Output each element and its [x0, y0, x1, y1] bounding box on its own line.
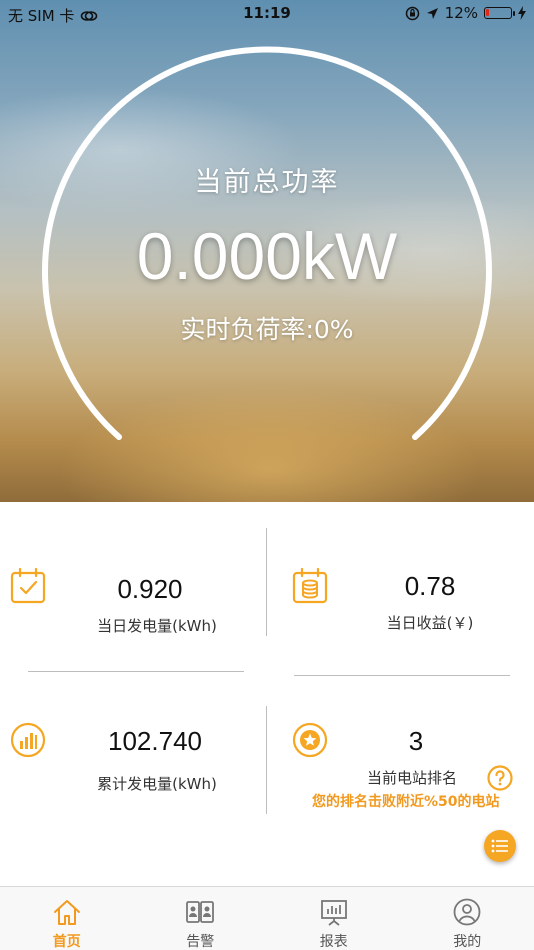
status-bar: 无 SIM 卡 11:19 12% [0, 0, 534, 28]
battery-icon [484, 7, 515, 19]
stats-divider-right [294, 675, 510, 676]
station-rank-label: 当前电站排名 [366, 769, 457, 787]
status-right-group: 12% [405, 4, 526, 22]
tab-alarms[interactable]: 告警 [134, 887, 268, 950]
tab-home-label: 首页 [52, 934, 81, 950]
daily-revenue-label: 当日收益(￥) [386, 614, 474, 632]
tab-reports-label: 报表 [319, 934, 348, 950]
coin-stack-icon [292, 568, 328, 604]
tab-profile-label: 我的 [453, 934, 482, 950]
battery-level-fill [486, 9, 489, 16]
question-icon[interactable] [487, 765, 513, 791]
tab-bar: 首页 告警 报表 我的 [0, 886, 534, 950]
alarm-cards-icon [186, 901, 215, 923]
home-icon [53, 900, 80, 925]
tab-alarms-label: 告警 [186, 934, 215, 950]
station-rank-note: 您的排名击败附近%50的电站 [312, 794, 500, 810]
tab-home[interactable]: 首页 [0, 887, 134, 950]
daily-generation-label: 当日发电量(kWh) [97, 617, 217, 635]
daily-generation-value: 0.920 [117, 574, 183, 604]
stats-panel: 0.920 当日发电量(kWh) 0.78 当日收益(￥) 102.740 累计… [0, 502, 534, 886]
daily-revenue-value: 0.78 [404, 571, 456, 601]
user-icon [453, 898, 481, 926]
bar-chart-icon [10, 722, 46, 758]
total-generation-label: 累计发电量(kWh) [97, 775, 217, 793]
charging-bolt-icon [518, 6, 526, 20]
report-board-icon [320, 900, 347, 926]
tab-reports[interactable]: 报表 [267, 887, 401, 950]
station-rank-value: 3 [408, 726, 424, 756]
stats-divider-left [28, 671, 244, 672]
battery-percent: 12% [444, 4, 478, 22]
tab-profile[interactable]: 我的 [401, 887, 534, 950]
orientation-lock-icon [405, 6, 419, 20]
calendar-check-icon [10, 568, 46, 604]
stats-divider-vertical-bottom [266, 706, 267, 814]
total-power-title: 当前总功率 [194, 167, 340, 198]
list-menu-button[interactable] [484, 830, 516, 862]
total-generation-value: 102.740 [108, 726, 202, 756]
power-hero: 无 SIM 卡 11:19 12% 当前总功率 0.000kW 实时负荷率:0% [0, 0, 534, 502]
load-rate-text: 实时负荷率:0% [180, 315, 354, 344]
stats-divider-vertical-top [266, 528, 267, 636]
total-power-value: 0.000kW [136, 219, 398, 293]
list-menu-icon [491, 839, 508, 853]
location-arrow-icon [426, 7, 438, 19]
